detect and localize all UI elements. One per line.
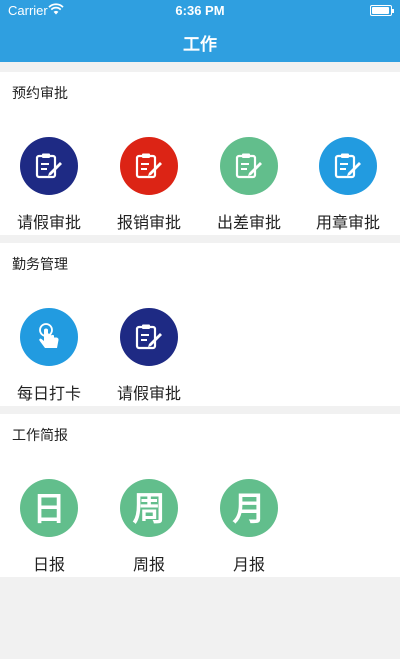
clock: 6:36 PM: [175, 3, 225, 18]
business-trip-approval-button[interactable]: 出差审批: [209, 137, 289, 233]
section-work-briefing: 工作简报 日 日报 周 周报 月 月报: [0, 414, 400, 577]
icon-circle: [20, 308, 78, 366]
monthly-report-icon: 月: [220, 479, 278, 537]
seal-approval-button[interactable]: 用章审批: [308, 137, 388, 233]
icon-circle: [120, 137, 178, 195]
section-appointment-approval: 预约审批 请假审批 报销审批 出差审批 用章审批: [0, 72, 400, 235]
status-bar: Carrier 6:36 PM: [0, 0, 400, 20]
item-label: 周报: [132, 555, 165, 574]
section-title: 工作简报: [12, 428, 68, 444]
icon-circle: [319, 137, 377, 195]
edit-document-icon: [235, 153, 262, 179]
icon-circle: [20, 137, 78, 195]
monthly-report-button[interactable]: 月 月报: [209, 479, 289, 575]
page-title: 工作: [183, 35, 217, 55]
item-label: 出差审批: [216, 213, 281, 232]
leave-approval-button[interactable]: 请假审批: [109, 308, 189, 404]
item-label: 日报: [32, 555, 65, 574]
battery-icon: [370, 5, 394, 16]
weekly-report-icon: 周: [120, 479, 178, 537]
icon-circle: [220, 137, 278, 195]
item-label: 报销审批: [116, 213, 181, 232]
edit-document-icon: [135, 324, 162, 350]
item-label: 月报: [232, 555, 265, 574]
section-title: 预约审批: [12, 86, 68, 102]
edit-document-icon: [135, 153, 162, 179]
edit-document-icon: [35, 153, 62, 179]
item-label: 请假审批: [116, 384, 181, 403]
daily-check-in-button[interactable]: 每日打卡: [9, 308, 89, 404]
section-attendance-management: 勤务管理 每日打卡 请假审批: [0, 243, 400, 406]
daily-report-icon: 日: [20, 479, 78, 537]
item-label: 请假审批: [16, 213, 81, 232]
item-label: 每日打卡: [16, 384, 81, 403]
nav-bar: Carrier 6:36 PM 工作: [0, 0, 400, 62]
section-title: 勤务管理: [12, 257, 68, 273]
leave-approval-button[interactable]: 请假审批: [9, 137, 89, 233]
tap-hand-icon: [39, 323, 59, 348]
weekly-glyph: 周: [132, 488, 166, 528]
daily-report-button[interactable]: 日 日报: [9, 479, 89, 575]
reimbursement-approval-button[interactable]: 报销审批: [109, 137, 189, 233]
daily-glyph: 日: [32, 488, 66, 528]
item-label: 用章审批: [315, 213, 380, 232]
icon-circle: [120, 308, 178, 366]
monthly-glyph: 月: [232, 488, 266, 528]
weekly-report-button[interactable]: 周 周报: [109, 479, 189, 575]
edit-document-icon: [334, 153, 361, 179]
